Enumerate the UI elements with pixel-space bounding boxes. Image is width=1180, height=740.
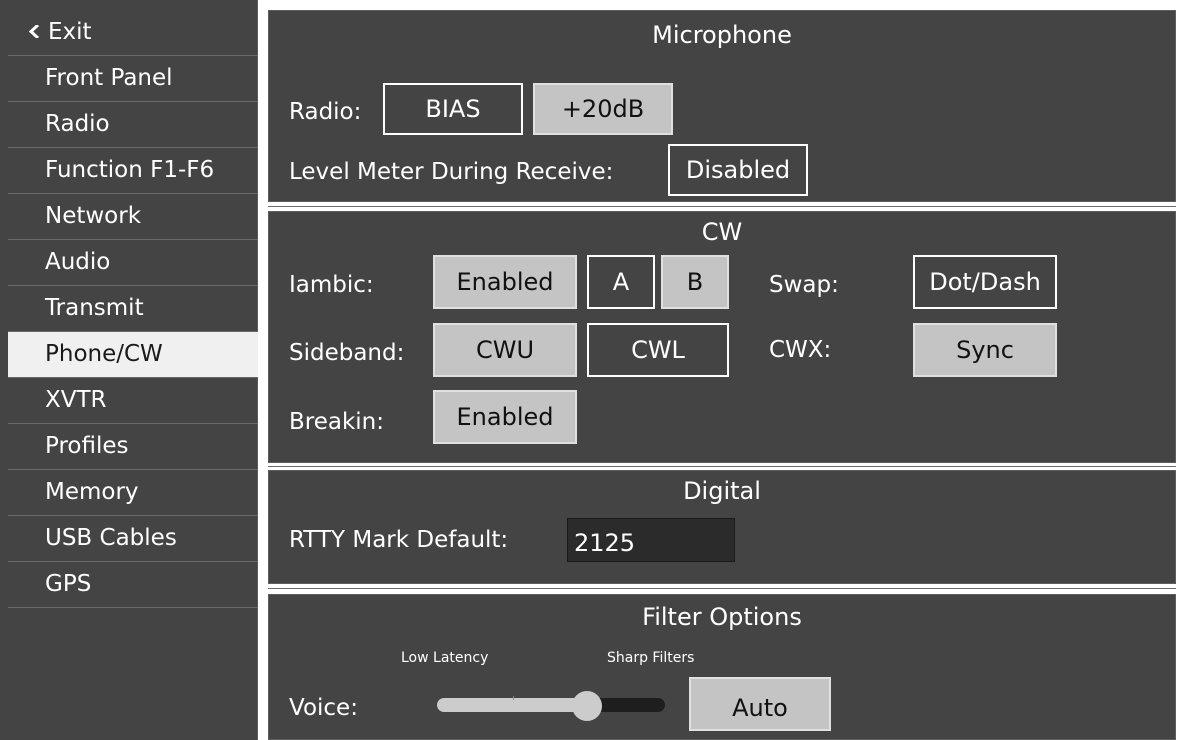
level-meter-toggle-button[interactable]: Disabled xyxy=(668,144,808,196)
iambic-a-button[interactable]: A xyxy=(587,255,655,309)
section-divider xyxy=(268,206,1176,207)
sidebar-item-gps[interactable]: GPS xyxy=(8,562,258,608)
breakin-label: Breakin: xyxy=(289,409,385,435)
cw-section: CW Iambic: Enabled A B Swap: Dot/Dash Si… xyxy=(268,211,1176,463)
sideband-label: Sideband: xyxy=(289,340,405,366)
low-latency-label: Low Latency xyxy=(401,650,489,666)
microphone-title: Microphone xyxy=(652,21,792,49)
bias-button[interactable]: BIAS xyxy=(383,83,523,135)
sidebar-item-profiles[interactable]: Profiles xyxy=(8,424,258,470)
sidebar-item-usb-cables[interactable]: USB Cables xyxy=(8,516,258,562)
sideband-cwu-button[interactable]: CWU xyxy=(433,323,577,377)
sidebar-item-audio[interactable]: Audio xyxy=(8,240,258,286)
iambic-label: Iambic: xyxy=(289,272,374,298)
rtty-mark-default-label: RTTY Mark Default: xyxy=(289,527,509,553)
digital-title: Digital xyxy=(683,477,761,505)
settings-sidebar: Exit Front Panel Radio Function F1-F6 Netwo… xyxy=(0,0,258,740)
chevron-left-icon xyxy=(28,25,40,38)
sidebar-item-label: GPS xyxy=(45,571,92,597)
sidebar-item-network[interactable]: Network xyxy=(8,194,258,240)
sidebar-item-label: Audio xyxy=(45,249,111,275)
sidebar-item-label: Front Panel xyxy=(45,65,173,91)
sidebar-item-label: USB Cables xyxy=(45,525,177,551)
sidebar-item-label: Phone/CW xyxy=(45,341,163,367)
sidebar-item-xvtr[interactable]: XVTR xyxy=(8,378,258,424)
sidebar-item-label: Profiles xyxy=(45,433,129,459)
slider-tick xyxy=(513,696,514,700)
swap-dot-dash-button[interactable]: Dot/Dash xyxy=(913,255,1057,309)
slider-thumb[interactable] xyxy=(572,691,603,721)
section-divider xyxy=(268,466,1176,467)
cwx-label: CWX: xyxy=(769,337,832,363)
cwx-sync-button[interactable]: Sync xyxy=(913,323,1057,377)
microphone-section: Microphone Radio: BIAS +20dB Level Meter… xyxy=(268,10,1176,202)
iambic-b-button[interactable]: B xyxy=(661,255,729,309)
rtty-mark-default-input[interactable]: 2125 xyxy=(567,518,735,562)
sideband-cwl-button[interactable]: CWL xyxy=(587,323,729,377)
sidebar-item-front-panel[interactable]: Front Panel xyxy=(8,56,258,102)
sidebar-item-phone-cw[interactable]: Phone/CW xyxy=(8,332,258,378)
breakin-enabled-button[interactable]: Enabled xyxy=(433,390,577,444)
iambic-enabled-button[interactable]: Enabled xyxy=(433,255,577,309)
exit-button[interactable]: Exit xyxy=(8,10,258,56)
radio-label: Radio: xyxy=(289,99,362,125)
filter-options-section: Filter Options Low Latency Sharp Filters… xyxy=(268,594,1176,740)
voice-label: Voice: xyxy=(289,695,358,721)
sidebar-item-radio[interactable]: Radio xyxy=(8,102,258,148)
filter-options-title: Filter Options xyxy=(642,603,802,631)
level-meter-label: Level Meter During Receive: xyxy=(289,159,614,185)
sidebar-item-label: Transmit xyxy=(45,295,144,321)
exit-label: Exit xyxy=(48,19,92,45)
voice-auto-button[interactable]: Auto xyxy=(689,677,831,731)
sidebar-item-label: Radio xyxy=(45,111,110,137)
rtty-mark-default-value: 2125 xyxy=(574,529,636,557)
digital-section: Digital RTTY Mark Default: 2125 xyxy=(268,470,1176,584)
sidebar-item-memory[interactable]: Memory xyxy=(8,470,258,516)
sidebar-item-label: XVTR xyxy=(45,387,107,413)
section-divider xyxy=(268,588,1176,589)
sharp-filters-label: Sharp Filters xyxy=(607,650,695,666)
sidebar-item-function-f1-f6[interactable]: Function F1-F6 xyxy=(8,148,258,194)
sidebar-item-label: Network xyxy=(45,203,142,229)
voice-filter-slider[interactable] xyxy=(437,691,665,721)
slider-fill xyxy=(437,698,588,712)
sidebar-item-transmit[interactable]: Transmit xyxy=(8,286,258,332)
plus-20db-button[interactable]: +20dB xyxy=(533,83,673,135)
swap-label: Swap: xyxy=(769,272,839,298)
sidebar-item-label: Function F1-F6 xyxy=(45,157,215,183)
cw-title: CW xyxy=(701,218,743,246)
sidebar-item-label: Memory xyxy=(45,479,139,505)
